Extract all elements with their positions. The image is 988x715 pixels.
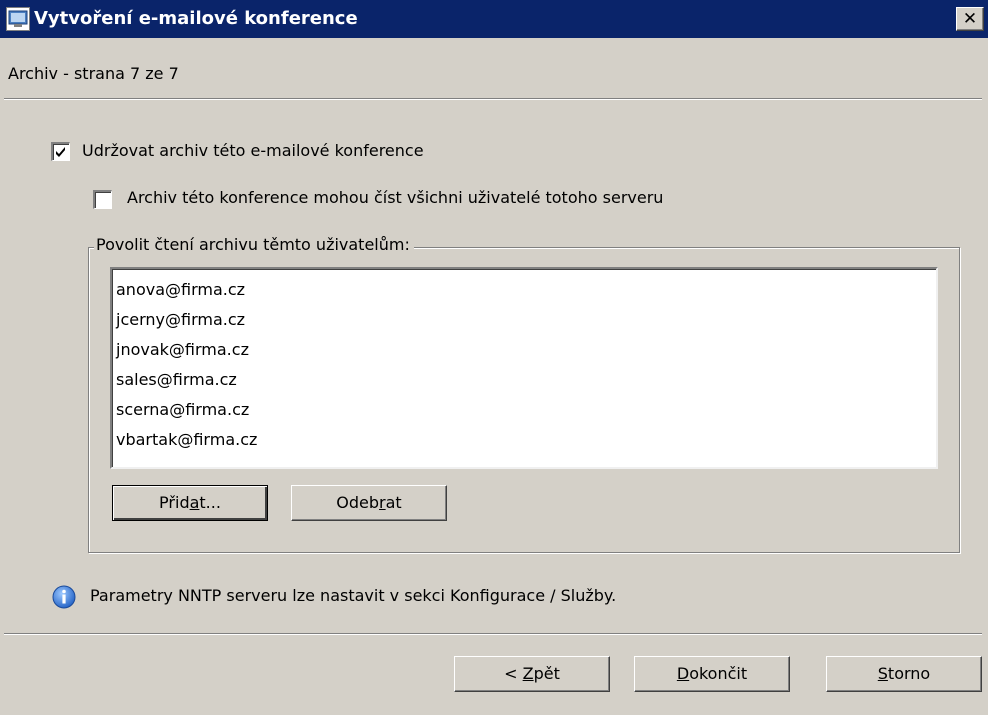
info-text: Parametry NNTP serveru lze nastavit v se… (90, 586, 617, 605)
keep-archive-label[interactable]: Udržovat archiv této e-mailové konferenc… (82, 141, 424, 160)
close-icon: ✕ (962, 9, 978, 29)
list-item[interactable]: jnovak@firma.cz (116, 335, 936, 365)
title-bar[interactable]: Vytvoření e-mailové konference ✕ (0, 0, 988, 38)
list-item[interactable]: jcerny@firma.cz (116, 305, 936, 335)
page-header: Archiv - strana 7 ze 7 (8, 64, 179, 83)
cancel-button[interactable]: Storno (826, 656, 982, 692)
keep-archive-checkbox[interactable] (51, 142, 70, 161)
allowed-users-list[interactable]: anova@firma.cz jcerny@firma.cz jnovak@fi… (110, 267, 938, 469)
list-item[interactable]: anova@firma.cz (116, 275, 936, 305)
checkmark-icon (56, 147, 65, 157)
app-icon (6, 7, 30, 31)
list-item[interactable]: scerna@firma.cz (116, 395, 936, 425)
header-divider (4, 98, 982, 100)
window-title: Vytvoření e-mailové konference (34, 8, 358, 29)
close-button[interactable]: ✕ (956, 7, 984, 31)
allowed-users-legend: Povolit čtení archivu těmto uživatelům: (94, 235, 414, 254)
finish-button[interactable]: Dokončit (634, 656, 790, 692)
remove-user-button[interactable]: Odebrat (291, 485, 447, 521)
all-users-read-checkbox[interactable] (93, 190, 112, 209)
back-button[interactable]: < Zpět (454, 656, 610, 692)
list-item[interactable]: sales@firma.cz (116, 365, 936, 395)
info-icon (52, 585, 76, 609)
list-item[interactable]: vbartak@firma.cz (116, 425, 936, 455)
all-users-read-label[interactable]: Archiv této konference mohou číst všichn… (127, 188, 663, 207)
add-user-button[interactable]: Přidat... (112, 485, 268, 521)
footer-divider (4, 633, 982, 635)
